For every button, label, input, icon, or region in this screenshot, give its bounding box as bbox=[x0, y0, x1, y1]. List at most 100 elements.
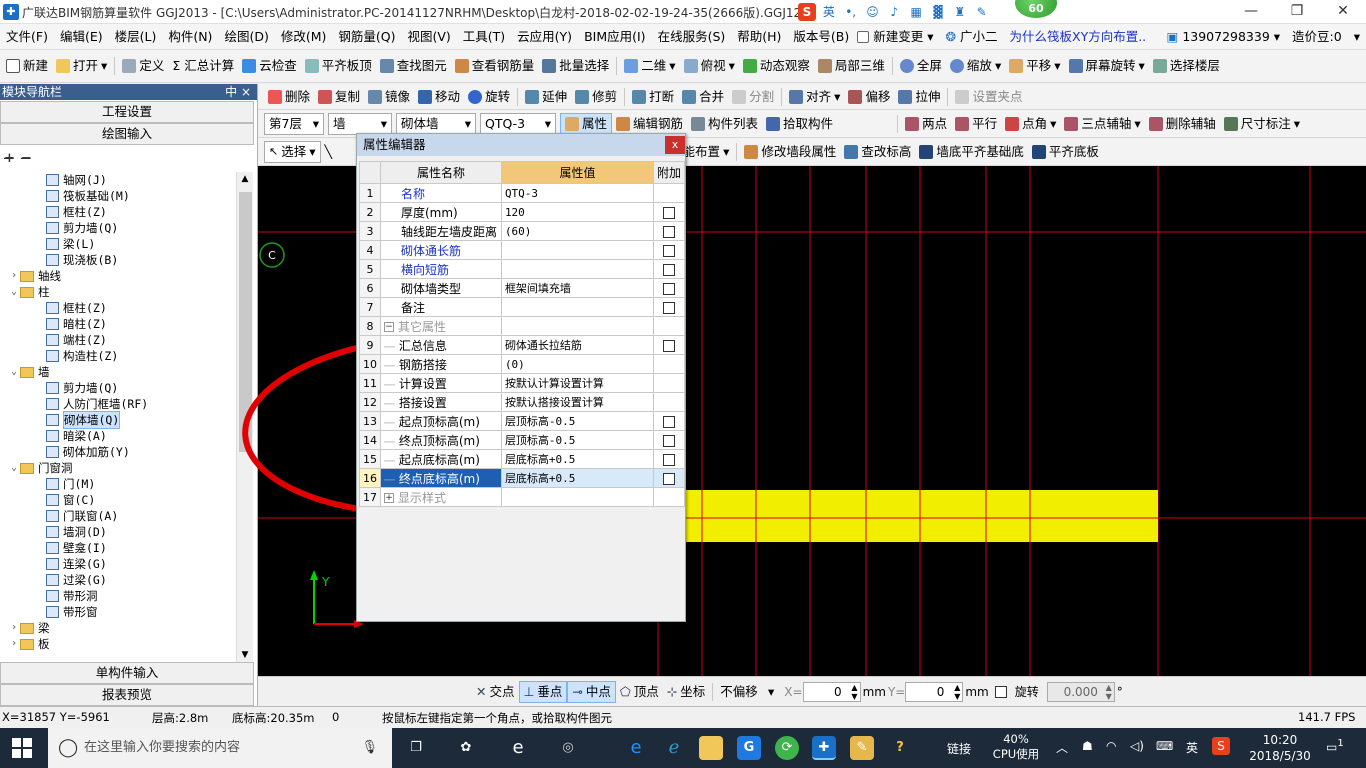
tree-item[interactable]: 砌体墙(Q) bbox=[0, 411, 236, 429]
property-row[interactable]: 17 + 显示样式 bbox=[359, 487, 686, 507]
tree-item[interactable]: 暗梁(A) bbox=[0, 428, 236, 444]
floor-select[interactable]: 第7层 ▾ bbox=[264, 112, 324, 135]
tray-link[interactable]: 链接 bbox=[947, 740, 971, 757]
property-value[interactable]: 按默认计算设置计算 bbox=[500, 373, 654, 393]
tree-item[interactable]: 筏板基础(M) bbox=[0, 188, 236, 204]
property-row[interactable]: 8− 其它属性 bbox=[359, 316, 686, 336]
property-row[interactable]: 6 砌体墙类型 框架间填充墙 bbox=[359, 278, 686, 298]
delete-button[interactable]: 删除 bbox=[264, 86, 314, 108]
snap-midpoint[interactable]: ⊸ 中点 bbox=[567, 680, 616, 703]
tree-item[interactable]: 剪力墙(Q) bbox=[0, 380, 236, 396]
copy-button[interactable]: 复制 bbox=[314, 86, 364, 108]
property-value[interactable]: 层顶标高-0.5 bbox=[500, 411, 654, 431]
tree-item[interactable]: 暗柱(Z) bbox=[0, 316, 236, 332]
tree-item[interactable]: 过梁(G) bbox=[0, 572, 236, 588]
parallel-button[interactable]: 平行 bbox=[951, 113, 1001, 135]
property-row[interactable]: 13 ── 起点顶标高(m) 层顶标高-0.5 bbox=[359, 411, 686, 431]
extra-checkbox[interactable] bbox=[662, 453, 675, 466]
tree-item[interactable]: 门(M) bbox=[0, 476, 236, 492]
menu-online[interactable]: 在线服务(S) bbox=[652, 24, 732, 50]
collapse-arrow-icon[interactable]: ⌄ bbox=[8, 460, 20, 476]
move-button[interactable]: 移动 bbox=[414, 86, 464, 108]
maximize-button[interactable]: ❐ bbox=[1274, 0, 1320, 24]
ime-toolbar[interactable]: S 英 •, ☺ ♪ ▦ ▓ ♜ ✎ bbox=[798, 3, 991, 21]
fan-icon[interactable]: ✿ bbox=[454, 736, 478, 760]
microphone-icon[interactable]: 🎙 bbox=[361, 728, 378, 768]
tree-item[interactable]: 梁(L) bbox=[0, 236, 236, 252]
property-value[interactable] bbox=[500, 259, 654, 279]
property-row[interactable]: 16 ── 终点底标高(m) 层底标高+0.5 bbox=[359, 468, 686, 488]
component-select[interactable]: QTQ-3 ▾ bbox=[480, 112, 556, 135]
tree-item[interactable]: 轴网(J) bbox=[0, 172, 236, 188]
menu-guangxiaoer[interactable]: ❂ 广小二 bbox=[940, 24, 1004, 50]
modify-segment-button[interactable]: 修改墙段属性 bbox=[740, 141, 840, 163]
property-value[interactable]: 框架间填充墙 bbox=[500, 278, 654, 298]
edit-elevation-button[interactable]: 查改标高 bbox=[840, 141, 915, 163]
top-view-button[interactable]: 俯视 ▾ bbox=[680, 55, 739, 77]
apps-icon[interactable]: ▓ bbox=[929, 3, 947, 21]
green-app-icon[interactable]: ⟳ bbox=[775, 736, 799, 760]
tree-scrollbar[interactable]: ▲ ▼ bbox=[236, 172, 253, 662]
edit-rebar-button[interactable]: 编辑钢筋 bbox=[612, 113, 687, 135]
property-row[interactable]: 7 备注 bbox=[359, 297, 686, 317]
task-view-icon[interactable]: ❐ bbox=[404, 736, 428, 760]
score-badge[interactable]: 60 bbox=[1013, 0, 1059, 20]
menu-draw[interactable]: 绘图(D) bbox=[218, 24, 274, 50]
keyboard-icon[interactable]: ▦ bbox=[907, 3, 925, 21]
report-preview-button[interactable]: 报表预览 bbox=[0, 684, 254, 706]
tools-icon[interactable]: ✎ bbox=[973, 3, 991, 21]
view-2d-button[interactable]: 二维 ▾ bbox=[620, 55, 679, 77]
align-slab-top-button[interactable]: 平齐板顶 bbox=[301, 55, 376, 77]
emoji-icon[interactable]: ☺ bbox=[863, 3, 881, 21]
merge-button[interactable]: 合并 bbox=[678, 86, 728, 108]
pin-close-icon[interactable]: 中 × bbox=[225, 84, 251, 100]
tree-item[interactable]: 剪力墙(Q) bbox=[0, 220, 236, 236]
tray-sogou-icon[interactable]: S bbox=[1212, 737, 1230, 755]
property-button[interactable]: 属性 bbox=[560, 112, 613, 135]
menu-component[interactable]: 构件(N) bbox=[162, 24, 218, 50]
windows-start-icon[interactable] bbox=[12, 738, 32, 758]
wall-bottom-align-button[interactable]: 墙底平齐基础底 bbox=[915, 141, 1028, 163]
tree-item[interactable]: 门联窗(A) bbox=[0, 508, 236, 524]
property-value[interactable] bbox=[500, 240, 654, 260]
property-value[interactable]: 砌体通长拉结筋 bbox=[500, 335, 654, 355]
two-point-button[interactable]: 两点 bbox=[901, 113, 951, 135]
snap-coordinate[interactable]: ⊹ 坐标 bbox=[663, 681, 710, 703]
split-button[interactable]: 分割 bbox=[728, 86, 778, 108]
define-button[interactable]: 定义 bbox=[118, 55, 168, 77]
menu-view[interactable]: 视图(V) bbox=[401, 24, 456, 50]
tree-item[interactable]: 框柱(Z) bbox=[0, 204, 236, 220]
property-row[interactable]: 15 ── 起点底标高(m) 层底标高+0.5 bbox=[359, 449, 686, 469]
extra-checkbox[interactable] bbox=[662, 301, 675, 314]
tree-folder[interactable]: › 轴线 bbox=[0, 268, 236, 284]
tray-people-icon[interactable]: ☗ bbox=[1082, 739, 1093, 753]
trim-button[interactable]: 修剪 bbox=[571, 86, 621, 108]
property-value[interactable] bbox=[500, 316, 654, 336]
property-value[interactable]: (60) bbox=[500, 221, 654, 241]
help-app-icon[interactable]: ? bbox=[888, 736, 912, 760]
property-value[interactable] bbox=[500, 297, 654, 317]
tree-folder[interactable]: ⌄ 门窗洞 bbox=[0, 460, 236, 476]
local-3d-button[interactable]: 局部三维 bbox=[814, 55, 889, 77]
property-row[interactable]: 9 ── 汇总信息 砌体通长拉结筋 bbox=[359, 335, 686, 355]
property-value[interactable]: 层底标高+0.5 bbox=[500, 468, 654, 488]
tree-item[interactable]: 人防门框墙(RF) bbox=[0, 396, 236, 412]
menu-edit[interactable]: 编辑(E) bbox=[54, 24, 109, 50]
collapse-group-icon[interactable]: − bbox=[384, 322, 394, 332]
menu-cloud[interactable]: 云应用(Y) bbox=[511, 24, 578, 50]
minimize-button[interactable]: — bbox=[1228, 0, 1274, 24]
point-angle-button[interactable]: 点角 ▾ bbox=[1001, 113, 1060, 135]
spinner-icon[interactable]: ▲ ▼ bbox=[851, 683, 857, 701]
tree-folder[interactable]: › 梁 bbox=[0, 620, 236, 636]
menu-floor[interactable]: 楼层(L) bbox=[109, 24, 163, 50]
property-value[interactable]: 120 bbox=[500, 202, 654, 222]
snap-perpendicular[interactable]: ⊥ 垂点 bbox=[518, 680, 568, 703]
collapse-all-icon[interactable]: −̶ bbox=[21, 151, 32, 166]
tree-item[interactable]: 带形洞 bbox=[0, 588, 236, 604]
offset-select[interactable]: 不偏移 ▾ bbox=[716, 681, 778, 703]
menu-account[interactable]: ▣ 13907298339 ▾ bbox=[1161, 24, 1287, 50]
extra-checkbox[interactable] bbox=[662, 434, 675, 447]
extra-checkbox[interactable] bbox=[662, 339, 675, 352]
tree-item[interactable]: 框柱(Z) bbox=[0, 300, 236, 316]
align-button[interactable]: 对齐 ▾ bbox=[785, 86, 844, 108]
